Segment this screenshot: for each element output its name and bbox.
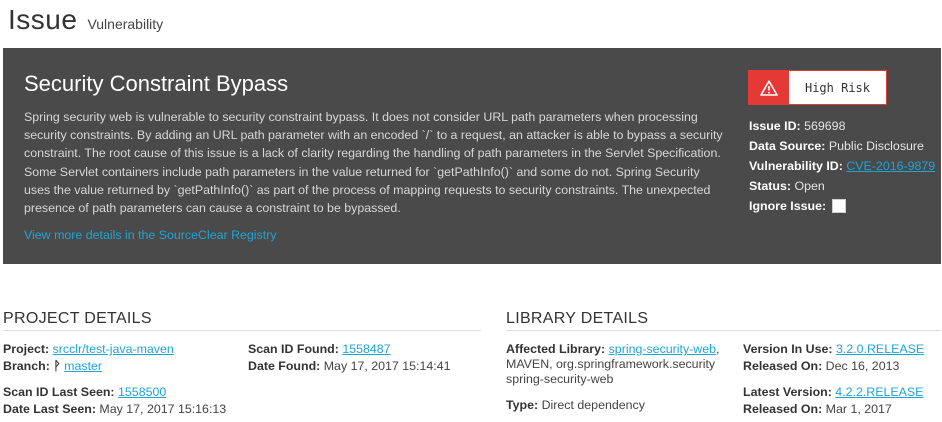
project-details-divider [3, 330, 481, 331]
affected-library-coordinates: MAVEN, org.springframework.security spri… [506, 357, 716, 386]
risk-badge: High Risk [748, 70, 887, 105]
latest-version-label: Latest Version: [743, 385, 832, 399]
date-found-value: May 17, 2017 15:14:41 [323, 359, 451, 373]
version-in-use-field: Version In Use: 3.2.0.RELEASE [743, 342, 924, 357]
status-row: Status: Open [749, 176, 935, 196]
version-in-use-link[interactable]: 3.2.0.RELEASE [836, 342, 924, 356]
issue-id-row: Issue ID: 569698 [749, 116, 935, 136]
scan-id-found-link[interactable]: 1558487 [342, 342, 390, 356]
affected-library-label: Affected Library: [506, 342, 606, 356]
data-source-row: Data Source: Public Disclosure [749, 136, 935, 156]
issue-id-label: Issue ID: [749, 119, 801, 133]
registry-link[interactable]: View more details in the SourceClear Reg… [24, 228, 277, 242]
vulnerability-id-row: Vulnerability ID: CVE-2016-9879 [749, 156, 935, 176]
issue-summary-panel: Security Constraint Bypass Spring securi… [3, 48, 941, 264]
type-field: Type: Direct dependency [506, 398, 645, 413]
scan-id-found-field: Scan ID Found: 1558487 [248, 342, 391, 357]
warning-triangle-icon [760, 79, 778, 96]
released-on-label: Released On: [743, 359, 823, 373]
scan-id-found-label: Scan ID Found: [248, 342, 339, 356]
latest-released-on-label: Released On: [743, 402, 823, 416]
date-last-seen-label: Date Last Seen: [3, 402, 96, 416]
version-in-use-label: Version In Use: [743, 342, 833, 356]
page-title: Issue [8, 4, 78, 35]
branch-field: Branch: ᚹ master [3, 359, 102, 374]
branch-link[interactable]: master [64, 359, 102, 373]
ignore-issue-checkbox[interactable] [832, 199, 847, 213]
library-details-divider [506, 330, 941, 331]
issue-description: Spring security web is vulnerable to sec… [24, 110, 723, 216]
issue-meta: Issue ID: 569698 Data Source: Public Dis… [749, 116, 935, 216]
project-details-heading: PROJECT DETAILS [3, 310, 152, 327]
affected-library-comma: , [716, 342, 720, 356]
page-header: Issue Vulnerability [8, 4, 163, 36]
project-field: Project: srcclr/test-java-maven [3, 342, 174, 357]
affected-library-link[interactable]: spring-security-web [609, 342, 716, 356]
scan-id-last-seen-label: Scan ID Last Seen: [3, 385, 115, 399]
date-last-seen-field: Date Last Seen: May 17, 2017 15:16:13 [3, 402, 226, 417]
ignore-issue-label: Ignore Issue: [749, 199, 827, 213]
released-on-value: Dec 16, 2013 [825, 359, 900, 373]
type-label: Type: [506, 398, 539, 412]
branch-label: Branch: [3, 359, 50, 373]
scan-id-last-seen-field: Scan ID Last Seen: 1558500 [3, 385, 166, 400]
date-found-field: Date Found: May 17, 2017 15:14:41 [248, 359, 451, 374]
status-label: Status: [749, 179, 791, 193]
library-details-heading: LIBRARY DETAILS [506, 310, 649, 327]
type-value: Direct dependency [541, 398, 645, 412]
project-link[interactable]: srcclr/test-java-maven [53, 342, 174, 356]
date-found-label: Date Found: [248, 359, 321, 373]
risk-icon-box [749, 71, 789, 104]
vulnerability-id-link[interactable]: CVE-2016-9879 [846, 159, 935, 173]
issue-id-value: 569698 [804, 119, 846, 133]
latest-released-on-field: Released On: Mar 1, 2017 [743, 402, 892, 417]
ignore-issue-row: Ignore Issue: [749, 196, 935, 216]
project-label: Project: [3, 342, 50, 356]
data-source-value: Public Disclosure [828, 139, 924, 153]
issue-title: Security Constraint Bypass [24, 71, 289, 96]
latest-version-field: Latest Version: 4.2.2.RELEASE [743, 385, 923, 400]
latest-version-link[interactable]: 4.2.2.RELEASE [835, 385, 923, 399]
risk-label: High Risk [804, 80, 871, 95]
released-on-field: Released On: Dec 16, 2013 [743, 359, 899, 374]
affected-library-field: Affected Library: spring-security-web, M… [506, 342, 731, 387]
scan-id-last-seen-link[interactable]: 1558500 [118, 385, 166, 399]
branch-icon: ᚹ [53, 359, 61, 373]
latest-released-on-value: Mar 1, 2017 [825, 402, 892, 416]
status-value: Open [794, 179, 825, 193]
date-last-seen-value: May 17, 2017 15:16:13 [99, 402, 227, 416]
data-source-label: Data Source: [749, 139, 826, 153]
vulnerability-id-label: Vulnerability ID: [749, 159, 843, 173]
page-subtitle: Vulnerability [87, 16, 164, 32]
